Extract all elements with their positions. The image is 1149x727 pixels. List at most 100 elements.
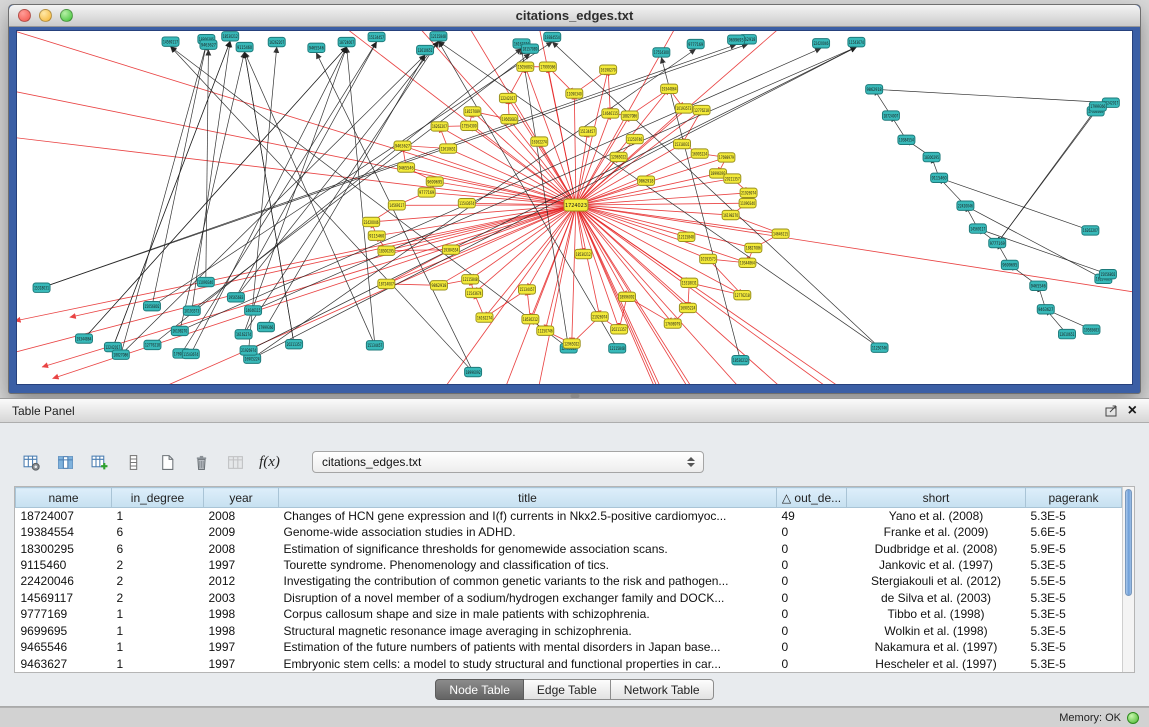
- table-scrollbar[interactable]: [1122, 487, 1134, 672]
- svg-text:14646115: 14646115: [773, 231, 788, 237]
- cell-pagerank: 5.3E-5: [1026, 639, 1122, 655]
- show-columns-icon[interactable]: [52, 450, 79, 475]
- column-header-out-degree[interactable]: △ out_de...: [777, 488, 847, 508]
- svg-text:16905224: 16905224: [692, 151, 707, 157]
- tab-edge-table[interactable]: Edge Table: [524, 679, 611, 700]
- cell-out_degree: 0: [777, 557, 847, 573]
- zoom-window-button[interactable]: [60, 9, 73, 22]
- cell-title: Genome-wide association studies in ADHD.: [279, 524, 777, 540]
- scrollbar-thumb[interactable]: [1125, 489, 1132, 596]
- network-window: citations_edges.txt 18530212151344571616…: [8, 4, 1141, 394]
- traffic-lights: [18, 9, 73, 22]
- network-graph-canvas[interactable]: 1853021215134457161622741154367412115848…: [17, 31, 1132, 384]
- svg-text:9465546: 9465546: [399, 165, 414, 171]
- svg-text:9115460: 9115460: [932, 176, 947, 182]
- import-table-icon[interactable]: [222, 450, 249, 475]
- svg-text:11250746: 11250746: [538, 328, 553, 334]
- selected-table-name: citations_edges.txt: [322, 455, 421, 469]
- cell-year: 1998: [204, 606, 279, 622]
- cell-year: 1998: [204, 623, 279, 639]
- cell-out_degree: 0: [777, 590, 847, 606]
- svg-text:11250746: 11250746: [627, 137, 642, 143]
- svg-text:16162274: 16162274: [236, 332, 251, 338]
- svg-text:18724007: 18724007: [379, 282, 394, 288]
- cell-in_degree: 2: [112, 557, 204, 573]
- cell-pagerank: 5.3E-5: [1026, 557, 1122, 573]
- create-column-icon[interactable]: [86, 450, 113, 475]
- cell-in_degree: 1: [112, 508, 204, 524]
- cell-in_degree: 1: [112, 606, 204, 622]
- svg-text:11543674: 11543674: [849, 40, 864, 46]
- new-file-icon[interactable]: [154, 450, 181, 475]
- window-title: citations_edges.txt: [516, 8, 634, 23]
- delete-icon[interactable]: [188, 450, 215, 475]
- cell-pagerank: 5.5E-5: [1026, 573, 1122, 589]
- column-header-pagerank[interactable]: pagerank: [1026, 488, 1122, 508]
- cell-short: de Silva et al. (2003): [847, 590, 1026, 606]
- table-mode-icon[interactable]: [18, 450, 45, 475]
- cell-pagerank: 5.3E-5: [1026, 590, 1122, 606]
- table-row[interactable]: 911546021997Tourette syndrome. Phenomeno…: [16, 557, 1122, 573]
- table-row[interactable]: 1938455462009Genome-wide association stu…: [16, 524, 1122, 540]
- svg-text:19344864: 19344864: [76, 336, 91, 342]
- cell-pagerank: 5.3E-5: [1026, 623, 1122, 639]
- cell-title: Structural magnetic resonance image aver…: [279, 623, 777, 639]
- table-selector-dropdown[interactable]: citations_edges.txt: [312, 451, 704, 473]
- cell-in_degree: 2: [112, 590, 204, 606]
- minimize-window-button[interactable]: [39, 9, 52, 22]
- cell-name: 9699695: [16, 623, 112, 639]
- rows-view-icon[interactable]: [120, 450, 147, 475]
- column-header-in-degree[interactable]: in_degree: [112, 488, 204, 508]
- function-builder-icon[interactable]: f(x): [256, 450, 283, 475]
- memory-status-label: Memory: OK: [1059, 712, 1121, 724]
- float-panel-icon[interactable]: [1105, 405, 1118, 417]
- svg-text:16905224: 16905224: [680, 306, 695, 312]
- close-window-button[interactable]: [18, 9, 31, 22]
- table-row[interactable]: 946554611997Estimation of the future num…: [16, 639, 1122, 655]
- cell-title: Tourette syndrome. Phenomenology and cla…: [279, 557, 777, 573]
- svg-text:15318031: 15318031: [675, 142, 690, 148]
- column-header-name[interactable]: name: [16, 488, 112, 508]
- table-row[interactable]: 1456911722003Disruption of a novel membe…: [16, 590, 1122, 606]
- tab-node-table[interactable]: Node Table: [435, 679, 524, 700]
- svg-text:16262207: 16262207: [269, 40, 284, 46]
- cell-short: Franke et al. (2009): [847, 524, 1026, 540]
- table-row[interactable]: 1872400712008Changes of HCN gene express…: [16, 508, 1122, 524]
- tab-network-table[interactable]: Network Table: [611, 679, 714, 700]
- svg-text:16198270: 16198270: [723, 213, 738, 219]
- cell-out_degree: 0: [777, 606, 847, 622]
- cell-title: Changes of HCN gene expression and I(f) …: [279, 508, 777, 524]
- cell-name: 18724007: [16, 508, 112, 524]
- svg-text:11543674: 11543674: [459, 201, 474, 207]
- close-panel-icon[interactable]: ×: [1128, 403, 1137, 419]
- column-header-short[interactable]: short: [847, 488, 1026, 508]
- column-header-title[interactable]: title: [279, 488, 777, 508]
- cell-short: Nakamura et al. (1997): [847, 639, 1026, 655]
- svg-text:11090340: 11090340: [198, 280, 213, 286]
- cell-name: 14569117: [16, 590, 112, 606]
- table-row[interactable]: 1830029562008Estimation of significance …: [16, 540, 1122, 556]
- svg-text:18724007: 18724007: [339, 40, 354, 46]
- svg-text:17999366: 17999366: [540, 65, 555, 71]
- window-titlebar[interactable]: citations_edges.txt: [9, 5, 1140, 27]
- svg-text:10193573: 10193573: [184, 308, 199, 314]
- table-row[interactable]: 946362711997Embryonic stem cells: a mode…: [16, 655, 1122, 672]
- node-table: name in_degree year title △ out_de... sh…: [14, 486, 1135, 673]
- svg-text:18530212: 18530212: [576, 252, 591, 258]
- svg-text:12610651: 12610651: [418, 48, 433, 54]
- cell-year: 1997: [204, 655, 279, 672]
- svg-text:9465546: 9465546: [309, 46, 324, 52]
- svg-text:21926974: 21926974: [592, 314, 607, 320]
- svg-text:12115848: 12115848: [610, 346, 625, 352]
- table-row[interactable]: 2242004622012Investigating the contribut…: [16, 573, 1122, 589]
- cell-out_degree: 0: [777, 524, 847, 540]
- table-row[interactable]: 977716911998Corpus callosum shape and si…: [16, 606, 1122, 622]
- column-header-year[interactable]: year: [204, 488, 279, 508]
- cell-name: 9777169: [16, 606, 112, 622]
- svg-text:12610651: 12610651: [1060, 332, 1075, 338]
- table-row[interactable]: 969969511998Structural magnetic resonanc…: [16, 623, 1122, 639]
- cell-title: Investigating the contribution of common…: [279, 573, 777, 589]
- memory-status-indicator: [1127, 712, 1139, 724]
- svg-text:21926974: 21926974: [241, 348, 256, 354]
- svg-text:18827086: 18827086: [746, 246, 761, 252]
